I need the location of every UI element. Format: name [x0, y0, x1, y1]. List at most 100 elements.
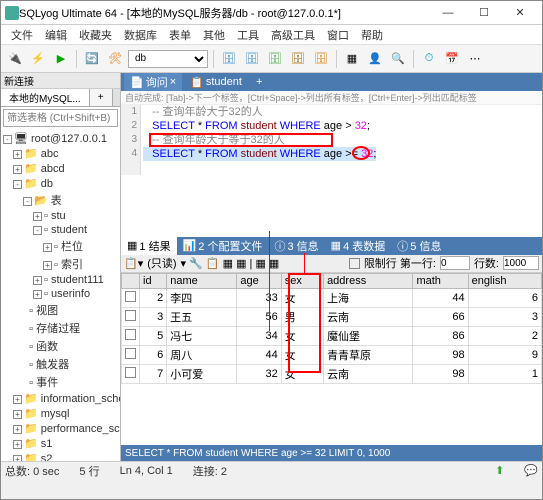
menu-window[interactable]: 窗口: [321, 27, 355, 43]
tree-node[interactable]: +▫ 栏位: [3, 237, 118, 255]
tree-node[interactable]: +▫ student111: [3, 273, 118, 287]
rtab-data[interactable]: ▦ 4 表数据: [325, 237, 392, 255]
autocomplete-hint: 自动完成: [Tab]->下一个标签，[Ctrl+Space]->列出所有标签，…: [121, 91, 542, 105]
user-icon[interactable]: 👤: [365, 49, 385, 69]
col-header[interactable]: age: [237, 273, 281, 288]
row-count: 5 行: [79, 463, 99, 479]
menu-table[interactable]: 表单: [163, 27, 197, 43]
tab-query[interactable]: 📄 询问 ×: [124, 73, 182, 91]
sql-editor[interactable]: 1234 -- 查询年龄大于32的人 SELECT * FROM student…: [121, 105, 542, 175]
tool-icon[interactable]: 🛠: [105, 49, 125, 69]
tab-add[interactable]: +: [250, 75, 268, 89]
db-selector[interactable]: db: [128, 50, 208, 68]
execute-icon[interactable]: ⚡: [28, 49, 48, 69]
more-icon[interactable]: ⋯: [465, 49, 485, 69]
tree-node[interactable]: ▫ 函数: [3, 337, 118, 355]
chat-icon[interactable]: 💬: [524, 464, 538, 477]
clock-icon[interactable]: ⏱: [419, 49, 439, 69]
limit-checkbox[interactable]: [349, 258, 360, 269]
grid-icon[interactable]: ▦: [342, 49, 362, 69]
table-row[interactable]: 5冯七34女魔仙堡862: [122, 326, 542, 345]
cursor-pos: Ln 4, Col 1: [120, 465, 173, 477]
menubar: 文件 编辑 收藏夹 数据库 表单 其他 工具 高级工具 窗口 帮助: [1, 25, 542, 45]
result-controls: 📋▾(只读) ▾ 🔧 📋 ▦ ▦ | ▦ ▦ 限制行 第一行: 行数:: [121, 255, 542, 273]
menu-tools[interactable]: 工具: [231, 27, 265, 43]
close-button[interactable]: ✕: [502, 2, 538, 24]
tree-node[interactable]: +📁 s1: [3, 436, 118, 451]
tree-node[interactable]: +📁 s2: [3, 451, 118, 461]
conn-tab[interactable]: 本地的MySQL...: [1, 89, 90, 106]
upgrade-icon[interactable]: ⬆: [495, 464, 504, 477]
refresh-icon[interactable]: 🔄: [82, 49, 102, 69]
filter-input[interactable]: [3, 109, 118, 127]
db2-icon[interactable]: 🗄: [242, 49, 262, 69]
table-row[interactable]: 6周八44女青青草原989: [122, 345, 542, 364]
col-header[interactable]: name: [167, 273, 237, 288]
tree-node[interactable]: -📁 db: [3, 176, 118, 191]
menu-file[interactable]: 文件: [5, 27, 39, 43]
col-header[interactable]: sex: [281, 273, 323, 288]
minimize-button[interactable]: —: [430, 2, 466, 24]
titlebar: SQLyog Ultimate 64 - [本地的MySQL服务器/db - r…: [1, 1, 542, 25]
sidebar: 新连接 本地的MySQL...+ -🖥 root@127.0.0.1+📁 abc…: [1, 73, 121, 461]
new-conn-icon[interactable]: 🔌: [5, 49, 25, 69]
menu-edit[interactable]: 编辑: [39, 27, 73, 43]
tree-node[interactable]: +📁 performance_schema: [3, 421, 118, 436]
col-header[interactable]: math: [413, 273, 468, 288]
sidebar-header: 新连接: [1, 73, 120, 89]
tree-node[interactable]: +▫ userinfo: [3, 287, 118, 301]
table-row[interactable]: 2李四33女上海446: [122, 288, 542, 307]
conn-count: 连接: 2: [193, 463, 227, 479]
tree-node[interactable]: -▫ student: [3, 223, 118, 237]
tree-node[interactable]: +▫ stu: [3, 209, 118, 223]
tab-student[interactable]: 📋 student: [184, 75, 248, 90]
tree-node[interactable]: ▫ 触发器: [3, 355, 118, 373]
db3-icon[interactable]: 🗄: [265, 49, 285, 69]
col-header[interactable]: address: [324, 273, 413, 288]
cal-icon[interactable]: 📅: [442, 49, 462, 69]
col-header[interactable]: id: [140, 273, 167, 288]
app-icon: [5, 6, 19, 20]
menu-fav[interactable]: 收藏夹: [73, 27, 118, 43]
tree-node[interactable]: +📁 information_schema: [3, 391, 118, 406]
window-title: SQLyog Ultimate 64 - [本地的MySQL服务器/db - r…: [19, 5, 430, 21]
result-tabs: ▦ 1 结果 📊 2 个配置文件 ⓘ 3 信息 ▦ 4 表数据 ⓘ 5 信息: [121, 237, 542, 255]
tree-node[interactable]: ▫ 存储过程: [3, 319, 118, 337]
tree-node[interactable]: ▫ 事件: [3, 373, 118, 391]
col-header[interactable]: english: [468, 273, 541, 288]
tree-node[interactable]: ▫ 视图: [3, 301, 118, 319]
menu-other[interactable]: 其他: [197, 27, 231, 43]
status-bar: SELECT * FROM student WHERE age >= 32 LI…: [121, 445, 542, 461]
footer: 总数: 0 sec 5 行 Ln 4, Col 1 连接: 2 ⬆ 💬: [1, 461, 542, 479]
menu-db[interactable]: 数据库: [118, 27, 163, 43]
row-count-input[interactable]: [503, 256, 539, 270]
result-grid[interactable]: idnameagesexaddressmathenglish2李四33女上海44…: [121, 273, 542, 384]
col-header[interactable]: [122, 273, 140, 288]
menu-adv[interactable]: 高级工具: [265, 27, 321, 43]
tree-node[interactable]: +📁 abc: [3, 146, 118, 161]
first-row-input[interactable]: [440, 256, 470, 270]
db-icon[interactable]: 🗄: [219, 49, 239, 69]
rtab-info[interactable]: ⓘ 3 信息: [268, 237, 324, 255]
object-tree[interactable]: -🖥 root@127.0.0.1+📁 abc+📁 abcd-📁 db-📂 表+…: [1, 129, 120, 461]
table-row[interactable]: 3王五56男云南663: [122, 307, 542, 326]
tree-node[interactable]: +📁 abcd: [3, 161, 118, 176]
add-tab[interactable]: +: [90, 89, 113, 106]
db5-icon[interactable]: 🗄: [311, 49, 331, 69]
tree-node[interactable]: -📂 表: [3, 191, 118, 209]
tree-node[interactable]: +📁 mysql: [3, 406, 118, 421]
tree-node[interactable]: -🖥 root@127.0.0.1: [3, 131, 118, 146]
rtab-result[interactable]: ▦ 1 结果: [121, 237, 177, 255]
table-row[interactable]: 7小可爱32女云南981: [122, 364, 542, 383]
total-time: 总数: 0 sec: [5, 463, 59, 479]
db4-icon[interactable]: 🗄: [288, 49, 308, 69]
run-icon[interactable]: ▶: [51, 49, 71, 69]
maximize-button[interactable]: ☐: [466, 2, 502, 24]
toolbar: 🔌 ⚡ ▶ 🔄 🛠 db 🗄 🗄 🗄 🗄 🗄 ▦ 👤 🔍 ⏱ 📅 ⋯: [1, 45, 542, 73]
search-icon[interactable]: 🔍: [388, 49, 408, 69]
rtab-info2[interactable]: ⓘ 5 信息: [391, 237, 447, 255]
query-tabs: 📄 询问 × 📋 student +: [121, 73, 542, 91]
tree-node[interactable]: +▫ 索引: [3, 255, 118, 273]
rtab-profile[interactable]: 📊 2 个配置文件: [177, 237, 269, 255]
menu-help[interactable]: 帮助: [355, 27, 389, 43]
